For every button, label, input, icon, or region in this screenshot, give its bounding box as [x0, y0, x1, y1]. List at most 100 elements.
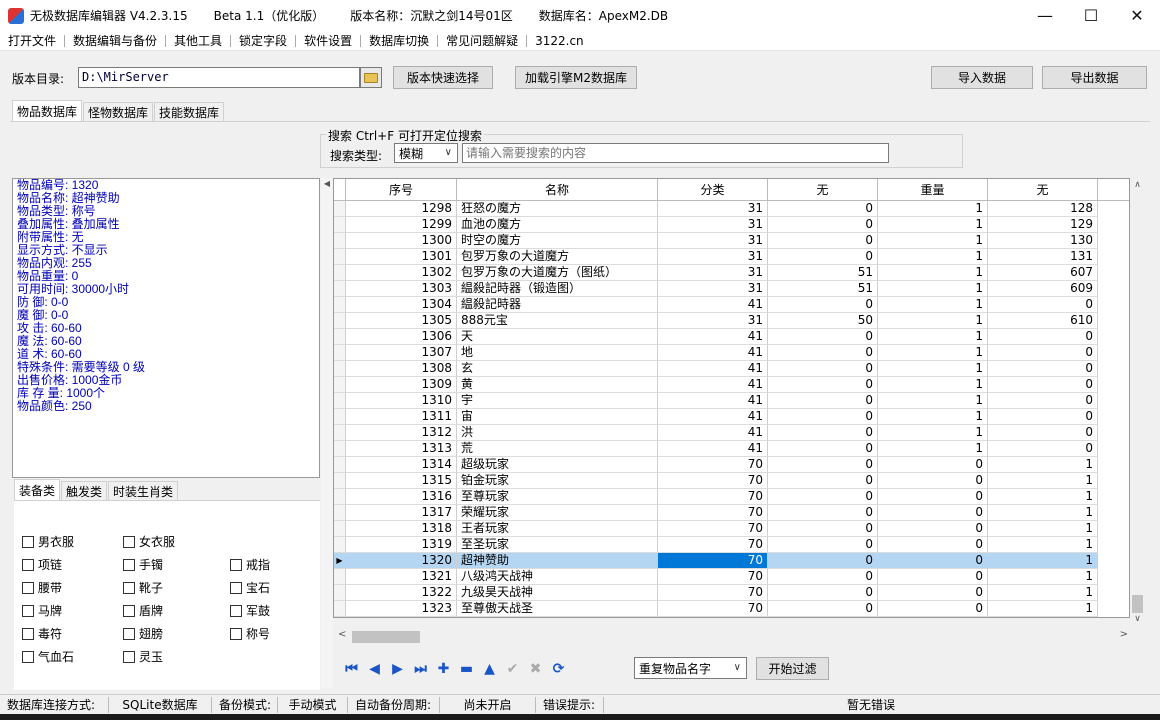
cell-index[interactable]: 1320: [346, 553, 457, 569]
table-row[interactable]: 1309 黄 41 0 1 0: [334, 377, 1129, 393]
start-filter-button[interactable]: 开始过滤: [756, 657, 829, 680]
cell-weight[interactable]: 0: [878, 521, 988, 537]
cell-category[interactable]: 41: [658, 393, 768, 409]
row-indicator[interactable]: [334, 585, 346, 601]
cell-weight[interactable]: 0: [878, 585, 988, 601]
quick-select-button[interactable]: 版本快速选择: [393, 66, 493, 89]
cell-none-2[interactable]: 1: [988, 521, 1098, 537]
checkbox-box[interactable]: [123, 535, 135, 548]
cell-index[interactable]: 1322: [346, 585, 457, 601]
checkbox-title[interactable]: 称号: [230, 625, 270, 642]
row-indicator[interactable]: [334, 473, 346, 489]
menu-db-switch[interactable]: 数据库切换: [361, 32, 437, 49]
table-row[interactable]: 1300 时空の魔方 31 0 1 130: [334, 233, 1129, 249]
col-header-weight[interactable]: 重量: [878, 179, 988, 200]
cell-none-2[interactable]: 1: [988, 601, 1098, 617]
cell-category[interactable]: 31: [658, 201, 768, 217]
row-indicator[interactable]: [334, 345, 346, 361]
cell-name[interactable]: 包罗万象の大道魔方: [457, 249, 658, 265]
checkbox-box[interactable]: [22, 604, 34, 617]
import-button[interactable]: 导入数据: [931, 66, 1033, 89]
table-row[interactable]: 1305 888元宝 31 50 1 610: [334, 313, 1129, 329]
add-icon[interactable]: ✚: [432, 658, 455, 680]
scroll-down-icon[interactable]: ∨: [1130, 614, 1145, 624]
row-indicator[interactable]: [334, 505, 346, 521]
cell-none-2[interactable]: 1: [988, 537, 1098, 553]
cell-name[interactable]: 緼殺記時器（锻造图）: [457, 281, 658, 297]
cell-weight[interactable]: 1: [878, 201, 988, 217]
cell-category[interactable]: 70: [658, 505, 768, 521]
cell-name[interactable]: 玄: [457, 361, 658, 377]
cell-none-1[interactable]: 0: [768, 601, 878, 617]
table-row[interactable]: 1298 狂怒の魔方 31 0 1 128: [334, 201, 1129, 217]
tab-fashion-zodiac[interactable]: 时装生肖类: [108, 481, 179, 501]
checkbox-box[interactable]: [22, 535, 34, 548]
checkbox-box[interactable]: [123, 627, 135, 640]
scroll-thumb[interactable]: [352, 631, 420, 643]
cell-none-1[interactable]: 0: [768, 201, 878, 217]
cell-category[interactable]: 70: [658, 553, 768, 569]
cell-category[interactable]: 41: [658, 329, 768, 345]
menu-lock-fields[interactable]: 锁定字段: [231, 32, 295, 49]
row-indicator[interactable]: [334, 233, 346, 249]
checkbox-box[interactable]: [22, 627, 34, 640]
cell-weight[interactable]: 1: [878, 393, 988, 409]
cell-weight[interactable]: 0: [878, 505, 988, 521]
checkbox-male-clothes[interactable]: 男衣服: [22, 533, 74, 550]
cell-none-1[interactable]: 0: [768, 457, 878, 473]
checkbox-poison-talisman[interactable]: 毒符: [22, 625, 62, 642]
cell-none-2[interactable]: 0: [988, 377, 1098, 393]
cell-weight[interactable]: 1: [878, 441, 988, 457]
tab-item-db[interactable]: 物品数据库: [12, 100, 83, 122]
row-indicator[interactable]: [334, 489, 346, 505]
cell-category[interactable]: 31: [658, 249, 768, 265]
cell-none-1[interactable]: 0: [768, 345, 878, 361]
table-row[interactable]: 1303 緼殺記時器（锻造图） 31 51 1 609: [334, 281, 1129, 297]
checkbox-ring[interactable]: 戒指: [230, 556, 270, 573]
tab-trigger[interactable]: 触发类: [61, 481, 108, 501]
cell-category[interactable]: 31: [658, 233, 768, 249]
scroll-up-icon[interactable]: ◀: [321, 178, 333, 190]
cell-category[interactable]: 70: [658, 457, 768, 473]
checkbox-gem[interactable]: 宝石: [230, 579, 270, 596]
cell-none-1[interactable]: 0: [768, 489, 878, 505]
row-indicator[interactable]: [334, 409, 346, 425]
cell-name[interactable]: 宇: [457, 393, 658, 409]
checkbox-horse-tag[interactable]: 马牌: [22, 602, 62, 619]
tab-monster-db[interactable]: 怪物数据库: [83, 102, 154, 122]
cell-name[interactable]: 洪: [457, 425, 658, 441]
cell-index[interactable]: 1304: [346, 297, 457, 313]
table-row[interactable]: 1323 至尊傲天战圣 70 0 0 1: [334, 601, 1129, 617]
cell-category[interactable]: 70: [658, 473, 768, 489]
cell-none-1[interactable]: 0: [768, 537, 878, 553]
cell-weight[interactable]: 1: [878, 281, 988, 297]
left-panel-scrollbar[interactable]: ◀: [321, 178, 333, 688]
filter-select[interactable]: 重复物品名字 ∨: [634, 657, 747, 679]
checkbox-wings[interactable]: 翅膀: [123, 625, 163, 642]
cell-weight[interactable]: 1: [878, 377, 988, 393]
cell-weight[interactable]: 0: [878, 473, 988, 489]
cancel-icon[interactable]: ✖: [524, 658, 547, 680]
cell-none-2[interactable]: 1: [988, 569, 1098, 585]
tab-skill-db[interactable]: 技能数据库: [154, 102, 225, 122]
row-indicator[interactable]: [334, 297, 346, 313]
cell-index[interactable]: 1314: [346, 457, 457, 473]
edit-icon[interactable]: ▲: [478, 658, 501, 680]
row-indicator[interactable]: [334, 249, 346, 265]
row-indicator[interactable]: [334, 425, 346, 441]
col-header-category[interactable]: 分类: [658, 179, 768, 200]
checkbox-box[interactable]: [230, 627, 242, 640]
cell-weight[interactable]: 0: [878, 489, 988, 505]
cell-name[interactable]: 血池の魔方: [457, 217, 658, 233]
cell-none-1[interactable]: 0: [768, 553, 878, 569]
cell-index[interactable]: 1299: [346, 217, 457, 233]
menu-website[interactable]: 3122.cn: [527, 34, 592, 48]
cell-weight[interactable]: 1: [878, 297, 988, 313]
row-indicator[interactable]: [334, 393, 346, 409]
row-pointer-icon[interactable]: ▶: [334, 553, 346, 569]
cell-category[interactable]: 41: [658, 361, 768, 377]
row-indicator[interactable]: [334, 361, 346, 377]
table-row[interactable]: 1304 緼殺記時器 41 0 1 0: [334, 297, 1129, 313]
cell-weight[interactable]: 1: [878, 265, 988, 281]
row-indicator[interactable]: [334, 265, 346, 281]
